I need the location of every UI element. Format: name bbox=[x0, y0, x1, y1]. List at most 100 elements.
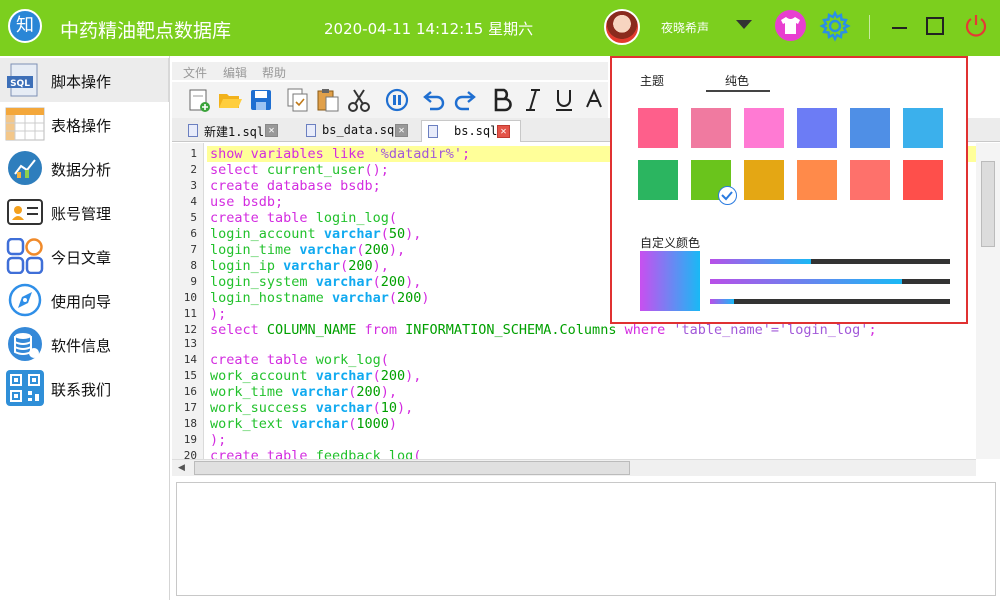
code-line: ); bbox=[210, 306, 227, 322]
tab-theme[interactable]: 主题 bbox=[640, 72, 664, 89]
tshirt-icon bbox=[781, 17, 800, 34]
font-color-icon[interactable] bbox=[582, 87, 608, 113]
chart-icon bbox=[8, 151, 42, 185]
sidebar-item-guide[interactable]: 使用向导 bbox=[0, 278, 170, 322]
user-dropdown-icon[interactable] bbox=[736, 20, 752, 29]
output-panel[interactable] bbox=[176, 482, 996, 596]
sidebar-item-analysis[interactable]: 数据分析 bbox=[0, 146, 170, 190]
color-slider[interactable] bbox=[710, 299, 950, 304]
tab-bs-data[interactable]: bs_data.sql ✕ bbox=[300, 120, 412, 142]
code-line: login_hostname varchar(200) bbox=[210, 290, 430, 306]
settings-button[interactable] bbox=[819, 10, 851, 42]
editor-vertical-scrollbar[interactable] bbox=[976, 143, 1000, 459]
file-icon bbox=[306, 124, 316, 137]
color-swatch[interactable] bbox=[638, 108, 678, 148]
scrollbar-thumb[interactable] bbox=[981, 161, 995, 247]
maximize-button[interactable] bbox=[926, 17, 944, 35]
code-line: login_system varchar(200), bbox=[210, 274, 422, 290]
run-pause-icon[interactable] bbox=[384, 87, 410, 113]
sidebar-item-script[interactable]: SQL 脚本操作 bbox=[0, 58, 170, 102]
color-swatch[interactable] bbox=[903, 160, 943, 200]
svg-text:SQL: SQL bbox=[10, 79, 30, 89]
tab-solid-color[interactable]: 纯色 bbox=[725, 72, 749, 89]
sidebar: SQL 脚本操作 表格操作 数据分析 账号管理 今日文章 使用向导 软件信息 联… bbox=[0, 56, 170, 600]
color-swatch[interactable] bbox=[850, 160, 890, 200]
user-avatar[interactable] bbox=[604, 9, 640, 45]
color-swatch[interactable] bbox=[691, 108, 731, 148]
copy-icon[interactable] bbox=[285, 87, 311, 113]
line-number: 16 bbox=[183, 385, 197, 398]
titlebar-divider bbox=[869, 15, 870, 39]
open-folder-icon[interactable] bbox=[217, 87, 243, 113]
skin-button[interactable] bbox=[775, 10, 806, 41]
tab-new1[interactable]: 新建1.sql ✕ bbox=[182, 120, 282, 142]
code-line: create database bsdb; bbox=[210, 178, 381, 194]
app-title: 中药精油靶点数据库 bbox=[60, 20, 232, 42]
color-slider[interactable] bbox=[710, 279, 950, 284]
sidebar-item-info[interactable]: 软件信息 bbox=[0, 322, 170, 366]
tab-close-button[interactable]: ✕ bbox=[497, 125, 510, 138]
undo-icon[interactable] bbox=[421, 87, 447, 113]
scrollbar-thumb[interactable] bbox=[194, 461, 630, 475]
redo-icon[interactable] bbox=[452, 87, 478, 113]
editor-horizontal-scrollbar[interactable]: ◀ bbox=[172, 459, 976, 476]
minimize-button[interactable] bbox=[887, 15, 911, 39]
custom-color-preview[interactable] bbox=[640, 251, 700, 311]
slider-fill bbox=[710, 259, 811, 264]
save-icon[interactable] bbox=[248, 87, 274, 113]
code-line: create table feedback_log( bbox=[210, 448, 422, 459]
line-number: 18 bbox=[183, 417, 197, 430]
app-logo: 知 bbox=[8, 9, 42, 43]
cut-icon[interactable] bbox=[346, 87, 372, 113]
line-number: 15 bbox=[183, 369, 197, 382]
color-swatch[interactable] bbox=[744, 108, 784, 148]
code-line: show variables like '%datadir%'; bbox=[210, 146, 471, 162]
line-number: 14 bbox=[183, 353, 197, 366]
tab-close-button[interactable]: ✕ bbox=[395, 124, 408, 137]
code-line: work_text varchar(1000) bbox=[210, 416, 397, 432]
color-swatch[interactable] bbox=[903, 108, 943, 148]
sidebar-item-label: 今日文章 bbox=[51, 249, 112, 267]
line-number: 8 bbox=[190, 259, 197, 272]
underline-icon[interactable] bbox=[551, 87, 577, 113]
menu-file[interactable]: 文件 bbox=[183, 64, 207, 81]
tab-close-button[interactable]: ✕ bbox=[265, 124, 278, 137]
checkmark-icon bbox=[718, 186, 737, 205]
line-number: 17 bbox=[183, 401, 197, 414]
tab-bs[interactable]: bs.sql ✕ bbox=[421, 120, 521, 142]
close-button[interactable] bbox=[962, 12, 990, 40]
color-swatch[interactable] bbox=[797, 160, 837, 200]
qr-code-icon bbox=[6, 370, 44, 406]
italic-icon[interactable] bbox=[520, 87, 546, 113]
color-swatch[interactable] bbox=[850, 108, 890, 148]
line-number: 7 bbox=[190, 243, 197, 256]
scroll-left-arrow-icon[interactable]: ◀ bbox=[178, 463, 185, 473]
line-number: 6 bbox=[190, 227, 197, 240]
color-slider[interactable] bbox=[710, 259, 950, 264]
sidebar-item-table[interactable]: 表格操作 bbox=[0, 102, 170, 146]
bold-icon[interactable] bbox=[489, 87, 515, 113]
slider-fill bbox=[710, 279, 902, 284]
sidebar-item-articles[interactable]: 今日文章 bbox=[0, 234, 170, 278]
code-line: use bsdb; bbox=[210, 194, 284, 210]
sidebar-item-contact[interactable]: 联系我们 bbox=[0, 366, 170, 410]
active-tab-indicator bbox=[706, 90, 770, 92]
line-number: 10 bbox=[183, 291, 197, 304]
menu-edit[interactable]: 编辑 bbox=[223, 64, 247, 81]
new-file-icon[interactable] bbox=[186, 87, 212, 113]
sidebar-item-label: 数据分析 bbox=[51, 161, 112, 179]
code-line: login_time varchar(200), bbox=[210, 242, 406, 258]
sidebar-item-label: 软件信息 bbox=[51, 337, 112, 355]
sidebar-item-account[interactable]: 账号管理 bbox=[0, 190, 170, 234]
username[interactable]: 夜晓希声 bbox=[661, 19, 709, 36]
code-line: work_success varchar(10), bbox=[210, 400, 414, 416]
line-number: 20 bbox=[183, 449, 197, 459]
toolbar bbox=[172, 82, 608, 118]
color-swatch[interactable] bbox=[797, 108, 837, 148]
paste-icon[interactable] bbox=[315, 87, 341, 113]
color-swatch[interactable] bbox=[638, 160, 678, 200]
menu-help[interactable]: 帮助 bbox=[262, 64, 286, 81]
line-number-gutter: 1 2 3 4 5 6 7 8 9 10 11 12 13 14 15 16 17 18 19 20 bbox=[172, 143, 204, 459]
code-line: select current_user(); bbox=[210, 162, 389, 178]
color-swatch[interactable] bbox=[744, 160, 784, 200]
